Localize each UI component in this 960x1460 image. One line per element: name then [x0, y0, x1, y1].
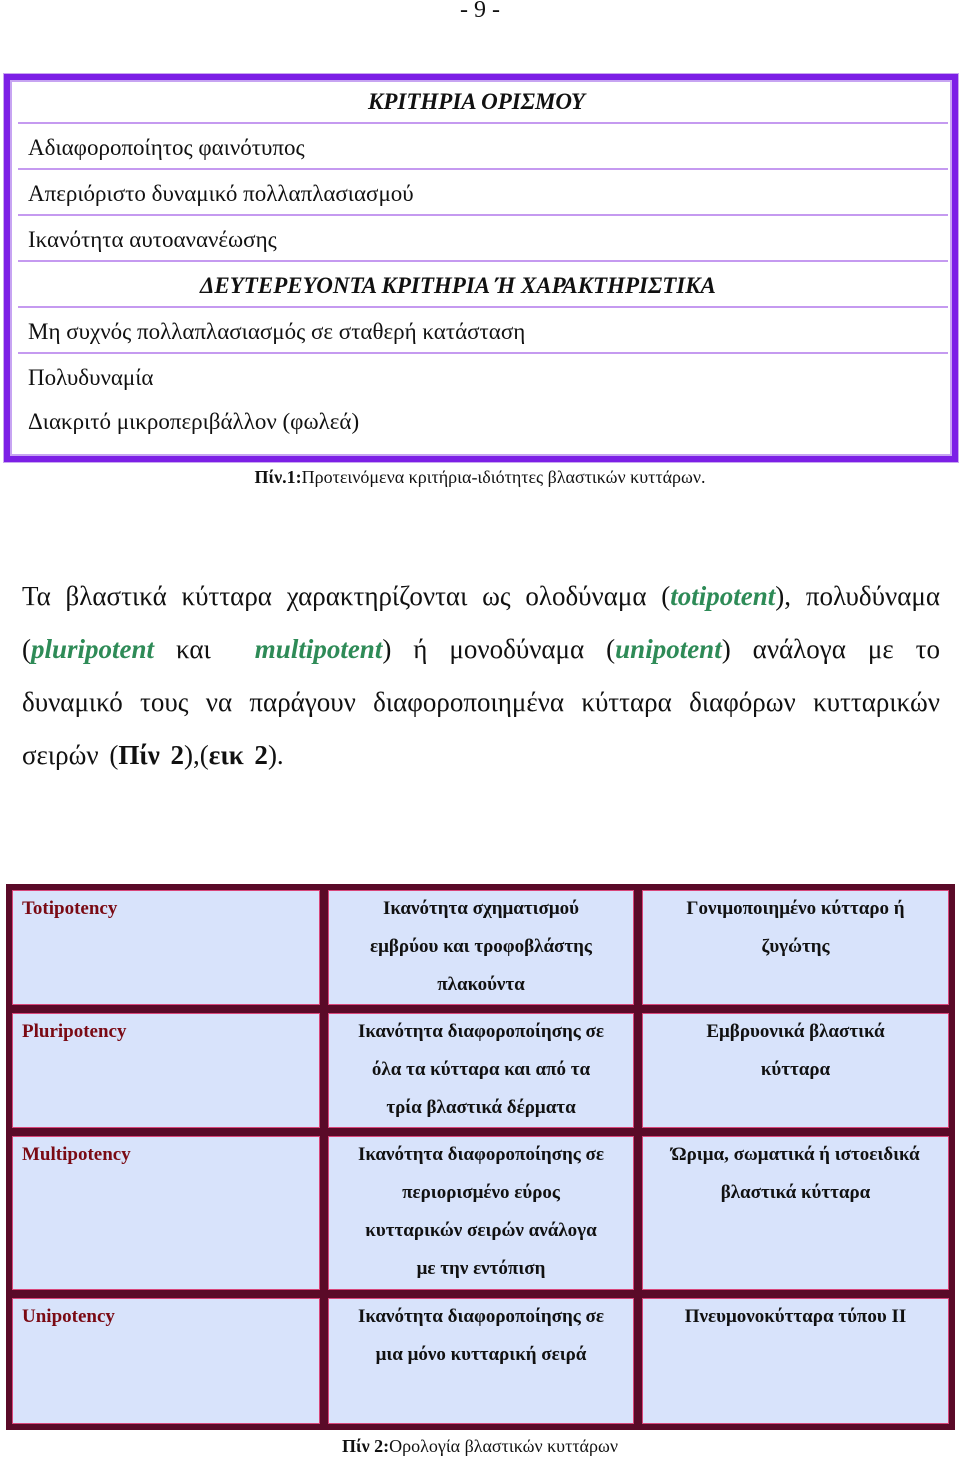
page-number: - 9 - [460, 0, 500, 23]
paragraph-text: ) ή μονοδύναμα ( [382, 634, 616, 664]
cell-text-line: Ικανότητα διαφοροποίησης σε [358, 1306, 604, 1327]
table2-caption-text: Ορολογία βλαστικών κυττάρων [389, 1436, 618, 1456]
criteria-row: Αδιαφοροποίητος φαινότυπος [18, 126, 948, 170]
cell-text-line: βλαστικά κύτταρα [720, 1182, 871, 1203]
term-pluripotent: pluripotent [31, 634, 155, 664]
cell-text-line: Εμβρυονικά βλαστικά [706, 1021, 885, 1042]
potency-table: Totipotency Ικανότητα σχηματισμού εμβρύου … [6, 884, 955, 1430]
criteria-row: Πολυδυναμία [28, 365, 154, 390]
cell-text-line: περιορισμένο εύρος [402, 1182, 560, 1203]
cell-text-line: Ικανότητα σχηματισμού [382, 898, 580, 919]
cell-text-line: Ικανότητα διαφοροποίησης σε [358, 1144, 604, 1165]
cell-text-line: με την εντόπιση [416, 1258, 546, 1279]
paragraph-text: Τα βλαστικά κύτταρα χαρακτηρίζονται ως ο… [22, 581, 671, 611]
example-cell: Ώριμα, σωματικά ή ιστοειδικά βλαστικά κύτ… [642, 1136, 949, 1290]
capacity-cell: Ικανότητα σχηματισμού εμβρύου και τροφοβλ… [328, 890, 634, 1005]
criteria-row: Ικανότητα αυτοανανέωσης [18, 218, 948, 262]
cell-text-line: Ικανότητα διαφοροποίησης σε [358, 1021, 604, 1042]
cell-text-line: Totipotency [22, 898, 118, 919]
criteria-row: Μη συχνός πολλαπλασιασμός σε σταθερή κατ… [18, 310, 948, 354]
potency-term-cell: Pluripotency [12, 1013, 320, 1128]
example-cell: Πνευμονοκύτταρα τύπου ΙΙ [642, 1298, 949, 1424]
paragraph-text: ). [267, 740, 284, 770]
body-paragraph: Τα βλαστικά κύτταρα χαρακτηρίζονται ως ο… [22, 570, 940, 782]
criteria-row: Διακριτό μικροπεριβάλλον (φωλεά) [28, 409, 360, 434]
cell-text-line: ζυγώτης [761, 936, 830, 957]
criteria-table: ΚΡΙΤΗΡΙΑ ΟΡΙΣΜΟΥ Αδιαφοροποίητος φαινότυ… [4, 74, 958, 462]
cell-text-line: τρία βλαστικά δέρματα [386, 1097, 576, 1118]
criteria-row: Απεριόριστο δυναμικό πολλαπλασιασμού [18, 172, 948, 216]
cell-text-line: κύτταρα [760, 1059, 831, 1080]
table1-caption-label: Πίν.1: [254, 467, 302, 487]
cell-text-line: κυτταρικών σειρών ανάλογα [365, 1220, 597, 1241]
potency-term-cell: Totipotency [12, 890, 320, 1005]
table2-caption-label: Πίν 2: [342, 1436, 390, 1456]
cell-text-line: εμβρύου και τροφοβλάστης [370, 936, 592, 957]
criteria-header-primary: ΚΡΙΤΗΡΙΑ ΟΡΙΣΜΟΥ [18, 80, 948, 124]
cell-text-line: Γονιμοποιημένο κύτταρο ή [686, 898, 905, 919]
cell-text-line: όλα τα κύτταρα και από τα [371, 1059, 591, 1080]
cell-text-line: Unipotency [22, 1306, 115, 1327]
potency-term-cell: Unipotency [12, 1298, 320, 1424]
cell-text-line: Pluripotency [22, 1021, 127, 1042]
capacity-cell: Ικανότητα διαφοροποίησης σε μια μόνο κυττ… [328, 1298, 634, 1424]
table1-caption: Πίν.1:Προτεινόμενα κριτήρια-ιδιότητες βλ… [0, 462, 960, 492]
paragraph-text: ),( [184, 740, 209, 770]
cell-text-line: Ώριμα, σωματικά ή ιστοειδικά [671, 1144, 920, 1165]
term-multipotent: multipotent [254, 634, 383, 664]
table1-caption-text: Προτεινόμενα κριτήρια-ιδιότητες βλαστικώ… [301, 467, 706, 487]
term-totipotent: totipotent [670, 581, 776, 611]
cell-text-line: μια μόνο κυτταρική σειρά [375, 1344, 587, 1365]
ref-figure: εικ 2 [208, 740, 268, 770]
example-cell: Γονιμοποιημένο κύτταρο ή ζυγώτης [642, 890, 949, 1005]
ref-table: Πίν 2 [118, 740, 185, 770]
capacity-cell: Ικανότητα διαφοροποίησης σε όλα τα κύτταρ… [328, 1013, 634, 1128]
cell-text-line: Multipotency [22, 1144, 131, 1165]
potency-term-cell: Multipotency [12, 1136, 320, 1290]
example-cell: Εμβρυονικά βλαστικά κύτταρα [642, 1013, 949, 1128]
cell-text-line: Πνευμονοκύτταρα τύπου ΙΙ [684, 1306, 907, 1327]
capacity-cell: Ικανότητα διαφοροποίησης σε περιορισμένο … [328, 1136, 634, 1290]
table2-caption: Πίν 2:Ορολογία βλαστικών κυττάρων [0, 1432, 960, 1460]
term-unipotent: unipotent [615, 634, 722, 664]
criteria-header-secondary: ΔΕΥΤΕΡΕΥΟΝΤΑ ΚΡΙΤΗΡΙΑ Ή ΧΑΡΑΚΤΗΡΙΣΤΙΚΑ [18, 264, 948, 308]
paragraph-text: και [154, 634, 255, 664]
cell-text-line: πλακούντα [437, 974, 525, 995]
